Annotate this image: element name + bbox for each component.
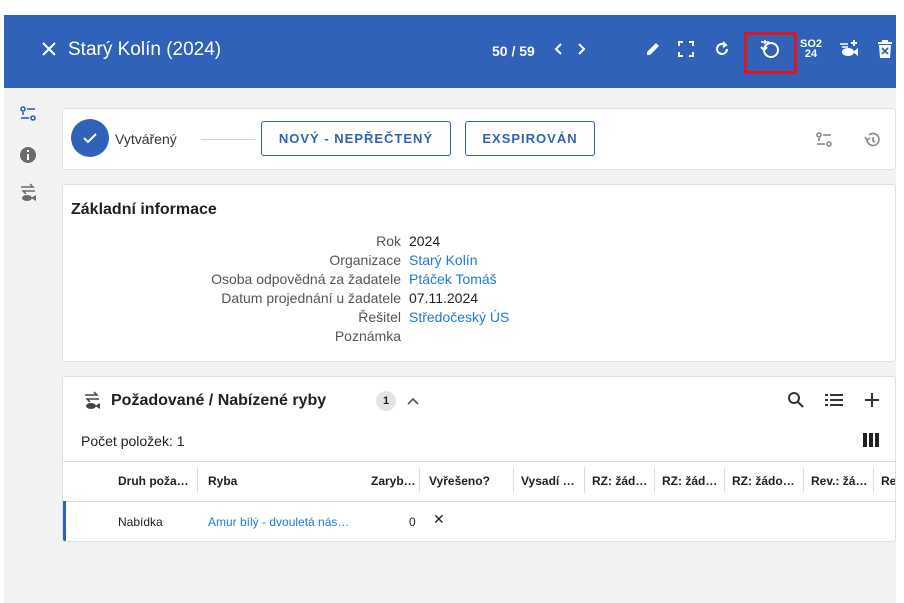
refresh-icon[interactable] — [709, 36, 735, 62]
column-header-stocked-by[interactable]: Vysadí … — [521, 474, 575, 488]
organization-link[interactable]: Starý Kolín — [409, 252, 477, 268]
current-state-label: Vytvářený — [115, 131, 177, 147]
add-fish-icon[interactable] — [836, 36, 862, 62]
cell-request-type: Nabídka — [118, 515, 163, 529]
fish-exchange-icon[interactable] — [18, 183, 38, 203]
close-icon[interactable] — [38, 38, 60, 60]
column-separator — [654, 467, 655, 493]
next-record-chevron-right-icon[interactable] — [568, 36, 594, 62]
cell-fish-link[interactable]: Amur bílý - dvouletá nás… — [208, 515, 349, 529]
delete-trash-icon[interactable] — [872, 36, 898, 62]
table-row-border — [63, 541, 895, 542]
table-header-border — [63, 501, 895, 502]
record-counter: 50 / 59 — [492, 43, 535, 59]
column-separator — [513, 467, 514, 493]
info-row-year: Rok 2024 — [376, 233, 441, 249]
column-separator — [584, 467, 585, 493]
list-view-icon[interactable] — [823, 389, 845, 411]
column-header-rz-request-1[interactable]: RZ: žád… — [592, 474, 647, 488]
column-separator — [873, 467, 874, 493]
workflow-steps-icon[interactable] — [18, 104, 38, 124]
column-header-rz-request-3[interactable]: RZ: žádo… — [732, 474, 795, 488]
add-plus-icon[interactable] — [861, 389, 883, 411]
column-header-more[interactable]: Re — [881, 474, 895, 488]
column-header-request-type[interactable]: Druh poža… — [118, 474, 189, 488]
solver-link[interactable]: Středočeský ÚS — [409, 309, 509, 325]
info-row-responsible-person: Osoba odpovědná za žadatele Ptáček Tomáš — [211, 271, 497, 287]
highlight-box — [744, 32, 797, 74]
column-header-rev-request[interactable]: Rev.: žá… — [811, 474, 867, 488]
collapse-chevron-up-icon[interactable] — [403, 391, 423, 411]
count-badge: 1 — [376, 391, 396, 411]
search-icon[interactable] — [785, 389, 807, 411]
section-title: Základní informace — [71, 201, 217, 218]
fish-list-card: Požadované / Nabízené ryby 1 Počet polož… — [62, 376, 896, 542]
column-header-resolved[interactable]: Vyřešeno? — [429, 474, 490, 488]
column-header-fish[interactable]: Ryba — [208, 474, 237, 488]
fullscreen-icon[interactable] — [673, 36, 699, 62]
code-so2-icon[interactable]: SO2 24 — [798, 36, 824, 62]
history-icon[interactable] — [861, 129, 883, 151]
column-separator — [803, 467, 804, 493]
column-separator — [724, 467, 725, 493]
workflow-status-card: Vytvářený NOVÝ - NEPŘEČTENÝ EXSPIROVÁN — [62, 108, 896, 170]
row-selection-indicator — [63, 501, 66, 541]
transition-new-unread-button[interactable]: NOVÝ - NEPŘEČTENÝ — [261, 121, 451, 156]
info-row-solver: Řešitel Středočeský ÚS — [358, 309, 510, 325]
detail-header: Starý Kolín (2024) 50 / 59 SO2 24 — [4, 15, 896, 88]
column-header-rz-request-2[interactable]: RZ: žád… — [662, 474, 717, 488]
cell-resolved-x: ✕ — [433, 511, 445, 527]
record-title: Starý Kolín (2024) — [68, 39, 222, 60]
status-divider — [201, 139, 256, 140]
columns-icon[interactable] — [861, 431, 881, 449]
top-strip — [0, 0, 896, 15]
edit-pencil-icon[interactable] — [640, 36, 666, 62]
column-separator — [197, 467, 198, 493]
side-rail — [4, 88, 48, 603]
info-row-note: Poznámka — [334, 328, 401, 344]
info-icon[interactable] — [18, 145, 38, 165]
transition-expired-button[interactable]: EXSPIROVÁN — [465, 121, 595, 156]
info-row-organization: Organizace Starý Kolín — [329, 252, 478, 268]
column-header-stocking[interactable]: Zaryb… — [371, 474, 416, 488]
info-row-discussion-date: Datum projednání u žadatele 07.11.2024 — [221, 290, 479, 306]
fish-section-title: Požadované / Nabízené ryby — [111, 392, 327, 409]
column-separator — [419, 467, 420, 493]
responsible-person-link[interactable]: Ptáček Tomáš — [409, 271, 497, 287]
state-check-icon — [71, 119, 109, 157]
item-count-label: Počet položek: 1 — [81, 433, 185, 449]
cell-stocking: 0 — [409, 515, 416, 529]
fish-exchange-icon — [81, 390, 103, 412]
table-top-border — [63, 461, 895, 462]
workflow-steps-icon[interactable] — [813, 129, 835, 151]
basic-info-card: Základní informace Rok 2024 Organizace S… — [62, 184, 896, 362]
